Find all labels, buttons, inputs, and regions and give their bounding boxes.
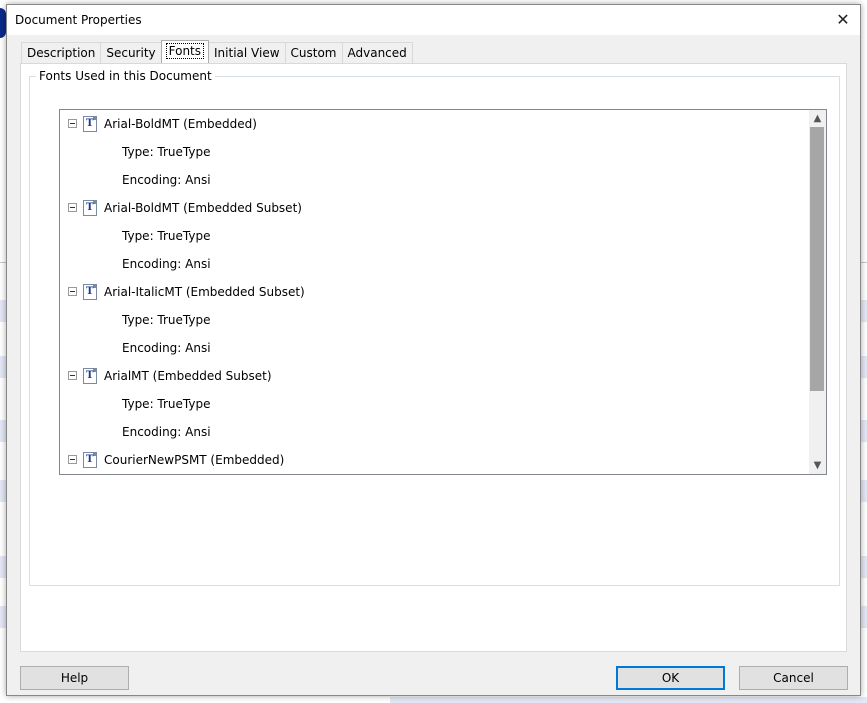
background-divider <box>861 262 867 263</box>
truetype-font-icon: T <box>83 284 97 300</box>
tab-description[interactable]: Description <box>21 42 102 63</box>
tab-label: Advanced <box>347 46 407 60</box>
tab-label: Description <box>27 46 96 60</box>
font-name: Arial-ItalicMT (Embedded Subset) <box>104 285 305 299</box>
tab-advanced[interactable]: Advanced <box>341 42 413 63</box>
font-name: Arial-BoldMT (Embedded) <box>104 117 257 131</box>
background-row <box>861 480 867 502</box>
background-row <box>390 697 867 703</box>
truetype-font-icon: T <box>83 200 97 216</box>
tab-label: Custom <box>290 46 337 60</box>
font-encoding[interactable]: Encoding: Ansi <box>122 254 211 274</box>
fonts-tree-view[interactable]: T Arial-BoldMT (Embedded) Type: TrueType… <box>59 109 827 475</box>
help-button[interactable]: Help <box>20 666 129 690</box>
truetype-font-icon: T <box>83 368 97 384</box>
font-name: CourierNewPSMT (Embedded) <box>104 453 285 467</box>
tab-strip: Description Security Fonts Initial View … <box>21 40 413 64</box>
cancel-button[interactable]: Cancel <box>739 666 848 690</box>
tab-label: Security <box>106 46 156 60</box>
document-properties-dialog: Document Properties ✕ Description Securi… <box>6 4 861 696</box>
title-bar[interactable]: Document Properties ✕ <box>7 5 860 35</box>
dialog-title: Document Properties <box>15 13 142 27</box>
font-type[interactable]: Type: TrueType <box>122 394 210 414</box>
scroll-up-icon[interactable]: ▲ <box>809 110 826 127</box>
font-encoding[interactable]: Encoding: Ansi <box>122 338 211 358</box>
font-type[interactable]: Type: TrueType <box>122 310 210 330</box>
font-encoding[interactable]: Encoding: Ansi <box>122 422 211 442</box>
font-icon-glyph: T <box>86 202 94 213</box>
background-row <box>861 356 867 378</box>
font-icon-glyph: T <box>86 286 94 297</box>
scroll-down-icon[interactable]: ▼ <box>809 457 826 474</box>
tab-label: Fonts <box>165 43 205 59</box>
font-name: ArialMT (Embedded Subset) <box>104 369 272 383</box>
background-row <box>861 420 867 442</box>
font-encoding[interactable]: Encoding: Ansi <box>122 170 211 190</box>
vertical-scrollbar[interactable]: ▲ ▼ <box>809 110 826 474</box>
tab-custom[interactable]: Custom <box>284 42 343 63</box>
close-icon[interactable]: ✕ <box>832 9 854 31</box>
background-row <box>861 556 867 578</box>
minus-box-icon[interactable] <box>68 371 77 380</box>
minus-box-icon[interactable] <box>68 455 77 464</box>
tab-security[interactable]: Security <box>100 42 162 63</box>
font-icon-glyph: T <box>86 454 94 465</box>
minus-box-icon[interactable] <box>68 203 77 212</box>
tab-fonts[interactable]: Fonts <box>160 40 210 63</box>
fonts-group-box: Fonts Used in this Document T Arial-Bold… <box>29 69 840 586</box>
truetype-font-icon: T <box>83 452 97 468</box>
font-type[interactable]: Type: TrueType <box>122 226 210 246</box>
font-name: Arial-BoldMT (Embedded Subset) <box>104 201 302 215</box>
background-row <box>861 300 867 322</box>
tab-label: Initial View <box>214 46 280 60</box>
minus-box-icon[interactable] <box>68 119 77 128</box>
group-label: Fonts Used in this Document <box>36 69 215 83</box>
font-icon-glyph: T <box>86 118 94 129</box>
font-type[interactable]: Type: TrueType <box>122 142 210 162</box>
tab-initial-view[interactable]: Initial View <box>208 42 286 63</box>
background-row <box>861 606 867 628</box>
minus-box-icon[interactable] <box>68 287 77 296</box>
font-icon-glyph: T <box>86 370 94 381</box>
truetype-font-icon: T <box>83 116 97 132</box>
fonts-tab-panel: Fonts Used in this Document T Arial-Bold… <box>20 63 847 652</box>
scroll-thumb[interactable] <box>810 127 824 391</box>
ok-button[interactable]: OK <box>616 666 725 690</box>
